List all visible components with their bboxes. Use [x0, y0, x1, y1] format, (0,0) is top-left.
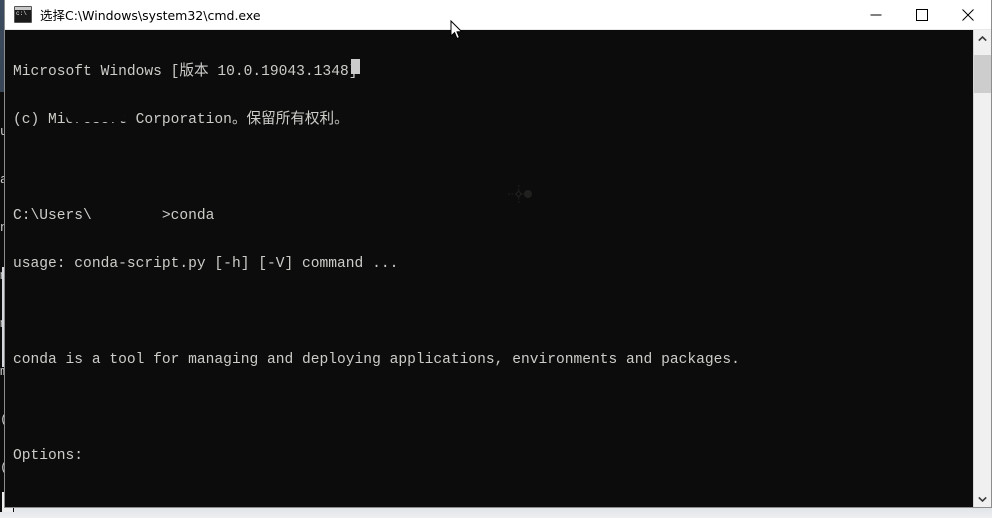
- titlebar-title-group: 选择C:\Windows\system32\cmd.exe: [5, 5, 853, 24]
- cmd-window[interactable]: 选择C:\Windows\system32\cmd.exe Microsoft …: [4, 0, 992, 508]
- maximize-button[interactable]: [899, 0, 945, 29]
- window-titlebar[interactable]: 选择C:\Windows\system32\cmd.exe: [5, 0, 991, 30]
- console-line: Microsoft Windows [版本 10.0.19043.1348]: [13, 64, 358, 80]
- redacted-username-box: [67, 108, 125, 122]
- window-title: 选择C:\Windows\system32\cmd.exe: [40, 8, 261, 23]
- console-body[interactable]: Microsoft Windows [版本 10.0.19043.1348] (…: [5, 30, 991, 507]
- cmd-console-icon: [14, 6, 32, 23]
- scrollbar-down-button[interactable]: [974, 490, 991, 507]
- maximize-icon: [916, 8, 928, 21]
- minimize-button[interactable]: [853, 0, 899, 29]
- text-caret: [351, 59, 360, 74]
- close-icon: [962, 8, 974, 21]
- close-button[interactable]: [945, 0, 991, 29]
- scrollbar-up-button[interactable]: [974, 30, 991, 47]
- console-scrollbar[interactable]: [973, 30, 991, 507]
- chevron-up-icon: [978, 35, 987, 41]
- console-line: (c) Microsoft Corporation。保留所有权利。: [13, 112, 349, 128]
- scrollbar-thumb[interactable]: [974, 55, 991, 93]
- minimize-icon: [870, 14, 882, 15]
- console-line-prompt: C:\Users\ >conda: [13, 208, 215, 224]
- scrollbar-track[interactable]: [974, 47, 991, 490]
- console-output[interactable]: Microsoft Windows [版本 10.0.19043.1348] (…: [5, 30, 973, 507]
- selection-drag-marker-icon: [508, 185, 532, 203]
- console-line: usage: conda-script.py [-h] [-V] command…: [13, 256, 399, 272]
- console-line: Options:: [13, 448, 84, 464]
- chevron-down-icon: [978, 496, 987, 502]
- console-line: conda is a tool for managing and deployi…: [13, 352, 740, 368]
